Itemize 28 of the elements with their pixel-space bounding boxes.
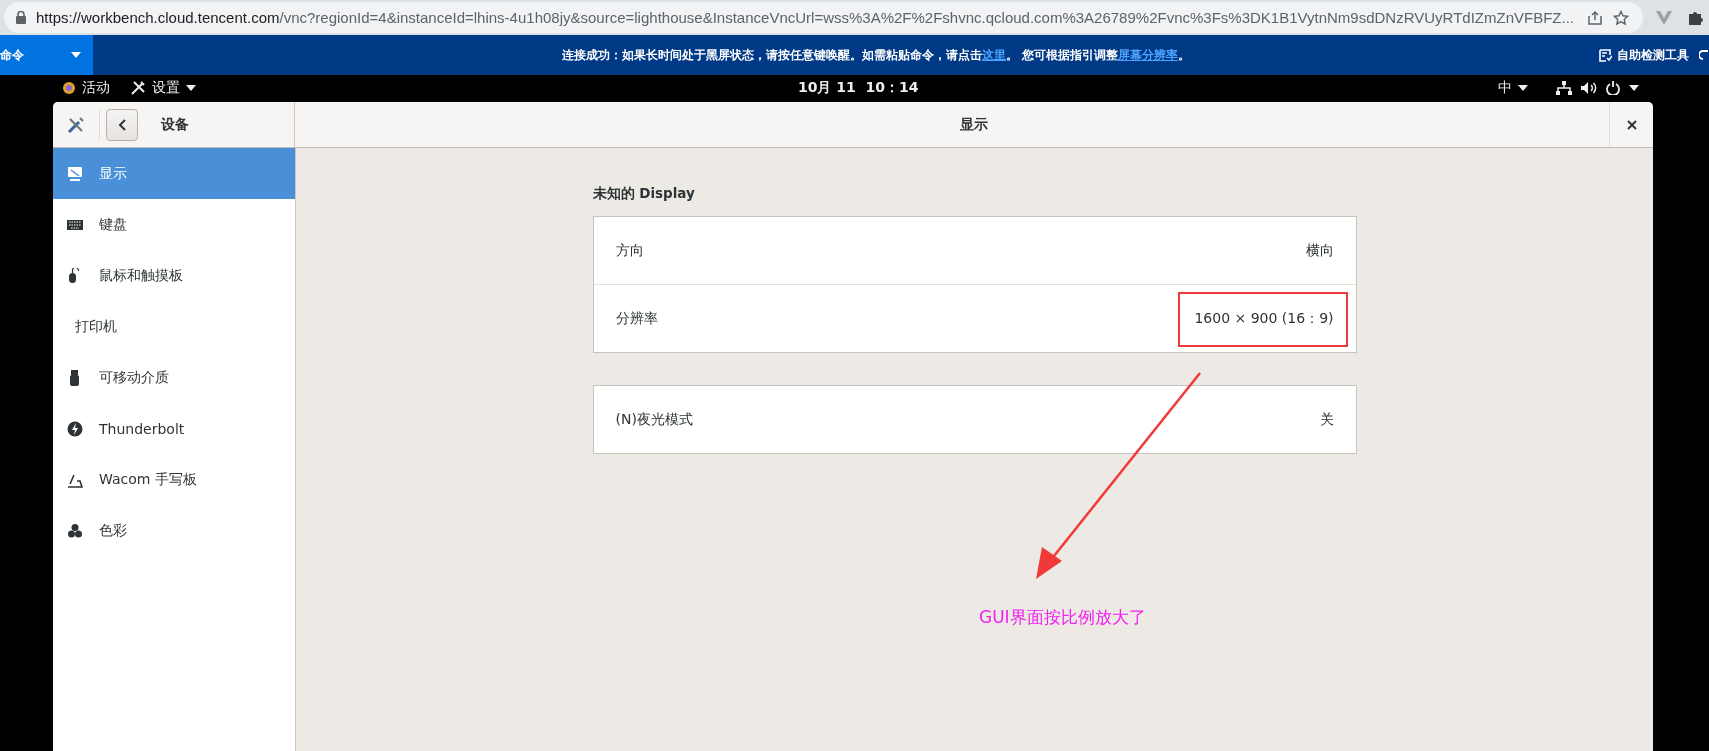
command-menu[interactable]: 命令 (0, 35, 93, 75)
section-title: 未知的 Display (592, 185, 696, 203)
setting-value[interactable]: 横向 (1305, 241, 1334, 260)
sidebar-item[interactable]: 可移动介质 (53, 352, 295, 403)
setting-value[interactable]: 关 (1319, 410, 1334, 429)
sidebar-item[interactable]: 键盘 (53, 199, 295, 250)
sidebar-item[interactable]: 鼠标和触摸板 (53, 250, 295, 301)
panel-title: 设备 (161, 115, 189, 134)
clock[interactable]: 10月 11 10：14 (798, 79, 919, 97)
annotation-note: GUI界面按比例放大了 (979, 606, 1146, 629)
url-text: https://workbench.cloud.tencent.com/vnc?regionId=4&instanceId=lhins-4u1h08jy&source=lighthouse&InstanceVncUrl=wss%3A%2F%2Fshvnc.qcloud.com%3A26789%2Fvnc%3Fs%3DK1B1VytnNm9sdDNzRVUyRTdIZmZnVFBFZ... (36, 9, 1575, 26)
window-title: 显示 (959, 115, 989, 134)
activities-button[interactable]: 活动 (62, 79, 110, 97)
setting-value[interactable]: 1600 × 900 (16：9) (1194, 309, 1334, 328)
notice-link[interactable]: 这里 (981, 47, 1006, 62)
notice-message: 连接成功：如果长时间处于黑屏状态，请按任意键唤醒。如需粘贴命令，请点击这里。 您可根据指引调整屏幕分辨率。 (560, 46, 1192, 64)
sidebar-item[interactable]: Wacom 手写板 (53, 454, 295, 505)
input-method-menu[interactable]: 中 (1498, 79, 1528, 97)
setting-label: 分辨率 (615, 309, 658, 328)
setting-label: 方向 (615, 241, 644, 260)
self-check-tool-button[interactable]: 自助检测工具 (1599, 46, 1699, 64)
notice-link[interactable]: 屏幕分辨率 (1118, 47, 1179, 62)
address-bar[interactable]: https://workbench.cloud.tencent.com/vnc?regionId=4&instanceId=lhins-4u1h08jy&source=lighthouse&InstanceVncUrl=wss%3A%2F%2Fshvnc.qcloud.com%3A26789%2Fvnc%3Fs%3DK1B1VytnNm9sdDNzRVUyRTdIZmZnVFBFZ... (4, 2, 1643, 33)
sidebar-item[interactable]: 打印机 (53, 301, 295, 352)
app-menu[interactable]: 设置 (130, 79, 196, 97)
setting-label: (N)夜光模式 (615, 410, 693, 429)
sidebar-item[interactable]: 色彩 (53, 505, 295, 556)
sidebar-item[interactable]: Thunderbolt (53, 403, 295, 454)
